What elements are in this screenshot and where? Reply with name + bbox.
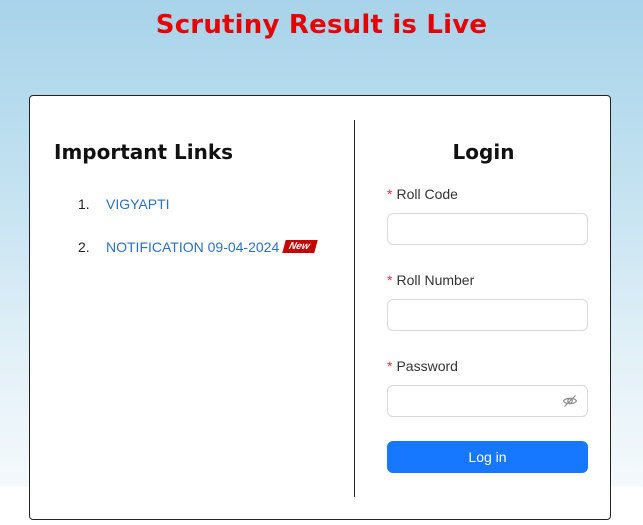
list-item-number: 1.: [78, 196, 90, 212]
required-mark: *: [387, 186, 393, 202]
announcement-banner: Scrutiny Result is Live: [155, 10, 488, 40]
required-mark: *: [387, 272, 393, 288]
new-badge: New: [282, 239, 318, 253]
link-vigyapti[interactable]: VIGYAPTI: [106, 196, 170, 212]
password-label: * Password: [387, 358, 458, 374]
roll-code-label: * Roll Code: [387, 186, 458, 202]
link-notification[interactable]: NOTIFICATION 09-04-2024: [106, 239, 279, 255]
roll-number-input[interactable]: [387, 299, 588, 331]
password-field: [387, 385, 588, 417]
roll-code-label-text: Roll Code: [396, 186, 458, 202]
password-label-text: Password: [396, 358, 458, 374]
password-input[interactable]: [396, 387, 560, 417]
roll-number-label: * Roll Number: [387, 272, 474, 288]
roll-code-input[interactable]: [387, 213, 588, 245]
required-mark: *: [387, 358, 393, 374]
login-button[interactable]: Log in: [387, 441, 588, 473]
list-item: 2. NOTIFICATION 09-04-2024 New: [78, 237, 318, 257]
column-divider: [354, 120, 355, 497]
login-title: Login: [452, 140, 515, 164]
important-links-list: 1. VIGYAPTI 2. NOTIFICATION 09-04-2024 N…: [78, 194, 318, 280]
roll-number-label-text: Roll Number: [396, 272, 475, 288]
main-card: Important Links 1. VIGYAPTI 2. NOTIFICAT…: [29, 95, 611, 520]
list-item: 1. VIGYAPTI: [78, 194, 316, 214]
eye-invisible-icon[interactable]: [562, 393, 578, 409]
list-item-number: 2.: [78, 239, 90, 255]
important-links-title: Important Links: [54, 140, 234, 164]
